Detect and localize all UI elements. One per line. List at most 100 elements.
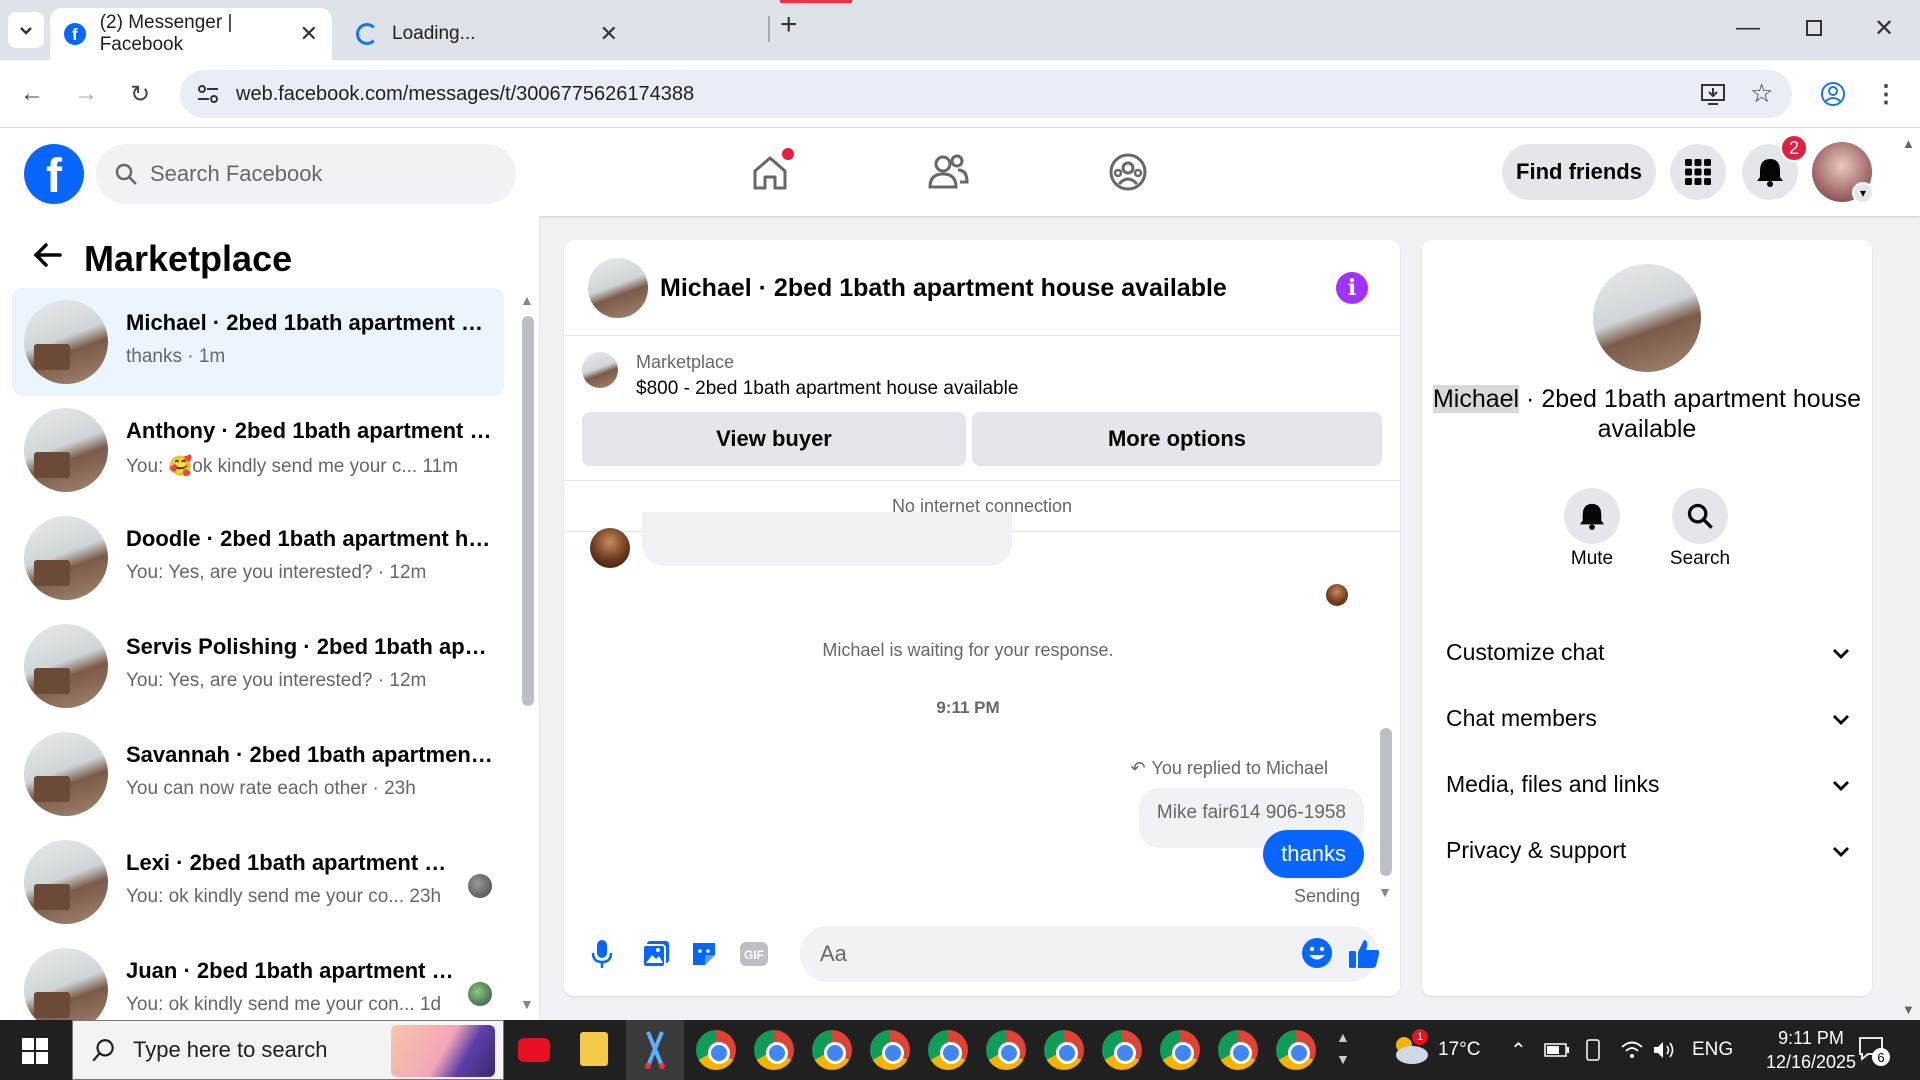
view-buyer-button[interactable]: View buyer <box>582 412 966 466</box>
taskbar-search-placeholder: Type here to search <box>133 1037 328 1062</box>
reload-icon[interactable]: ↻ <box>122 76 158 112</box>
forward-icon[interactable]: → <box>68 76 104 112</box>
minimize-icon[interactable]: — <box>1736 14 1760 42</box>
language-indicator[interactable]: ENG <box>1692 1020 1733 1080</box>
windows-start-icon[interactable] <box>22 1038 48 1069</box>
chrome-window-3[interactable] <box>812 1030 852 1070</box>
conversation-name: Lexi · 2bed 1bath apartment house availa… <box>126 850 456 875</box>
back-arrow-icon[interactable] <box>30 238 64 277</box>
sent-message-bubble[interactable]: thanks <box>1263 830 1364 878</box>
chrome-window-10[interactable] <box>1218 1030 1258 1070</box>
close-tab-icon[interactable]: ✕ <box>600 21 618 47</box>
conversation-item-doodle[interactable]: Doodle · 2bed 1bath apartment house avai… <box>12 504 504 612</box>
close-window-icon[interactable]: ✕ <box>1874 14 1894 43</box>
menu-grid-icon[interactable] <box>1670 144 1726 200</box>
info-icon[interactable]: i <box>1336 272 1368 304</box>
conversation-item-servis[interactable]: Servis Polishing · 2bed 1bath apartment … <box>12 612 504 720</box>
tab-divider <box>768 16 770 42</box>
sidebar-scrollbar[interactable] <box>522 316 534 916</box>
photo-icon[interactable] <box>636 934 676 974</box>
profile-avatar[interactable]: ▾ <box>1812 142 1874 204</box>
conversation-item-savannah[interactable]: Savannah · 2bed 1bath apartment house av… <box>12 720 504 828</box>
section-media-files-links[interactable]: Media, files and links <box>1446 764 1850 804</box>
profile-icon[interactable] <box>1815 76 1851 112</box>
device-icon[interactable] <box>1584 1020 1602 1080</box>
menu-kebab-icon[interactable]: ⋮ <box>1868 76 1904 112</box>
chrome-window-7[interactable] <box>1044 1030 1084 1070</box>
install-app-icon[interactable] <box>1700 82 1726 112</box>
find-friends-button[interactable]: Find friends <box>1502 144 1656 200</box>
home-icon[interactable] <box>746 148 794 196</box>
more-options-button[interactable]: More options <box>972 412 1382 466</box>
show-hidden-icons[interactable]: ⌃ <box>1510 1020 1527 1080</box>
clock[interactable]: 9:11 PM 12/16/2025 <box>1756 1026 1866 1074</box>
emoji-icon[interactable] <box>1300 936 1334 976</box>
wifi-icon[interactable] <box>1620 1020 1644 1080</box>
chevron-down-icon: ▾ <box>1852 182 1874 204</box>
taskbar-scroll-icon[interactable]: ▲ ▼ <box>1336 1026 1350 1070</box>
weather-cloud-icon: 1 <box>1390 1029 1430 1065</box>
microphone-icon[interactable] <box>582 934 622 974</box>
chrome-window-1[interactable] <box>696 1030 736 1070</box>
scroll-up-icon[interactable]: ▲ <box>520 292 534 308</box>
listing-title[interactable]: $800 - 2bed 1bath apartment house availa… <box>636 378 1018 400</box>
chrome-window-9[interactable] <box>1160 1030 1200 1070</box>
bookmark-star-icon[interactable]: ☆ <box>1750 78 1773 109</box>
conversation-item-michael[interactable]: Michael · 2bed 1bath apartment house ava… <box>12 288 504 396</box>
message-placeholder: Aa <box>820 941 847 966</box>
scroll-down-icon[interactable]: ▼ <box>1378 884 1392 900</box>
back-icon[interactable]: ← <box>14 76 50 112</box>
battery-icon[interactable] <box>1544 1020 1570 1080</box>
page-scroll-down-icon[interactable]: ▼ <box>1902 1002 1915 1017</box>
conversation-item-anthony[interactable]: Anthony · 2bed 1bath apartment house ava… <box>12 396 504 504</box>
tab-search-icon[interactable] <box>8 12 44 48</box>
section-privacy-support[interactable]: Privacy & support <box>1446 830 1850 870</box>
conversation-item-lexi[interactable]: Lexi · 2bed 1bath apartment house availa… <box>12 828 504 936</box>
page-scroll-up-icon[interactable]: ▲ <box>1902 136 1915 151</box>
conversation-preview: You: 🥰ok kindly send me your c... 11m <box>126 456 459 477</box>
volume-icon[interactable] <box>1652 1020 1676 1080</box>
conversation-item-juan[interactable]: Juan · 2bed 1bath apartment house availa… <box>12 936 504 1020</box>
info-avatar[interactable] <box>1593 264 1701 372</box>
app-icon-red[interactable] <box>518 1030 558 1070</box>
search-conversation-icon[interactable] <box>1672 488 1728 544</box>
chrome-window-4[interactable] <box>870 1030 910 1070</box>
site-settings-icon[interactable] <box>196 82 220 112</box>
like-thumb-icon[interactable] <box>1344 934 1384 974</box>
gif-icon[interactable]: GIF <box>734 934 774 974</box>
action-center-icon[interactable]: 6 <box>1858 1036 1890 1067</box>
weather-widget[interactable]: 1 17°C <box>1390 1020 1480 1080</box>
groups-icon[interactable] <box>1104 148 1152 196</box>
chat-avatar[interactable] <box>588 258 648 318</box>
chrome-window-11[interactable] <box>1276 1030 1316 1070</box>
scroll-down-icon[interactable]: ▼ <box>520 996 534 1012</box>
tab-loading[interactable]: Loading... ✕ <box>332 8 632 60</box>
new-tab-icon[interactable]: + <box>780 8 798 42</box>
section-customize-chat[interactable]: Customize chat <box>1446 632 1850 672</box>
chat-scrollbar[interactable] <box>1380 728 1392 876</box>
message-input[interactable]: Aa <box>800 926 1378 982</box>
info-name-rest: · 2bed 1bath apartment house available <box>1519 385 1862 443</box>
tab-messenger[interactable]: f (2) Messenger | Facebook ✕ <box>50 8 332 60</box>
scrollbar-thumb[interactable] <box>522 316 534 706</box>
chrome-window-8[interactable] <box>1102 1030 1142 1070</box>
snipping-tool-active[interactable] <box>626 1020 684 1080</box>
restore-icon[interactable] <box>1806 20 1822 36</box>
friends-icon[interactable] <box>924 148 972 196</box>
chrome-window-5[interactable] <box>928 1030 968 1070</box>
facebook-logo-icon[interactable]: f <box>24 144 84 204</box>
waiting-notice: Michael is waiting for your response. <box>822 640 1114 660</box>
section-chat-members[interactable]: Chat members <box>1446 698 1850 738</box>
mute-label: Mute <box>1570 548 1614 569</box>
chrome-window-6[interactable] <box>986 1030 1026 1070</box>
mute-bell-icon[interactable] <box>1564 488 1620 544</box>
chrome-window-2[interactable] <box>754 1030 794 1070</box>
seen-avatar <box>468 874 492 898</box>
file-explorer-icon[interactable] <box>580 1032 608 1066</box>
taskbar-search-input[interactable]: Type here to search <box>72 1020 504 1080</box>
chat-title[interactable]: Michael · 2bed 1bath apartment house ava… <box>660 274 1227 303</box>
close-tab-icon[interactable]: ✕ <box>300 21 318 47</box>
facebook-search-input[interactable]: Search Facebook <box>96 144 516 204</box>
url-bar[interactable]: web.facebook.com/messages/t/300677562617… <box>180 70 1792 118</box>
sticker-icon[interactable] <box>684 934 724 974</box>
